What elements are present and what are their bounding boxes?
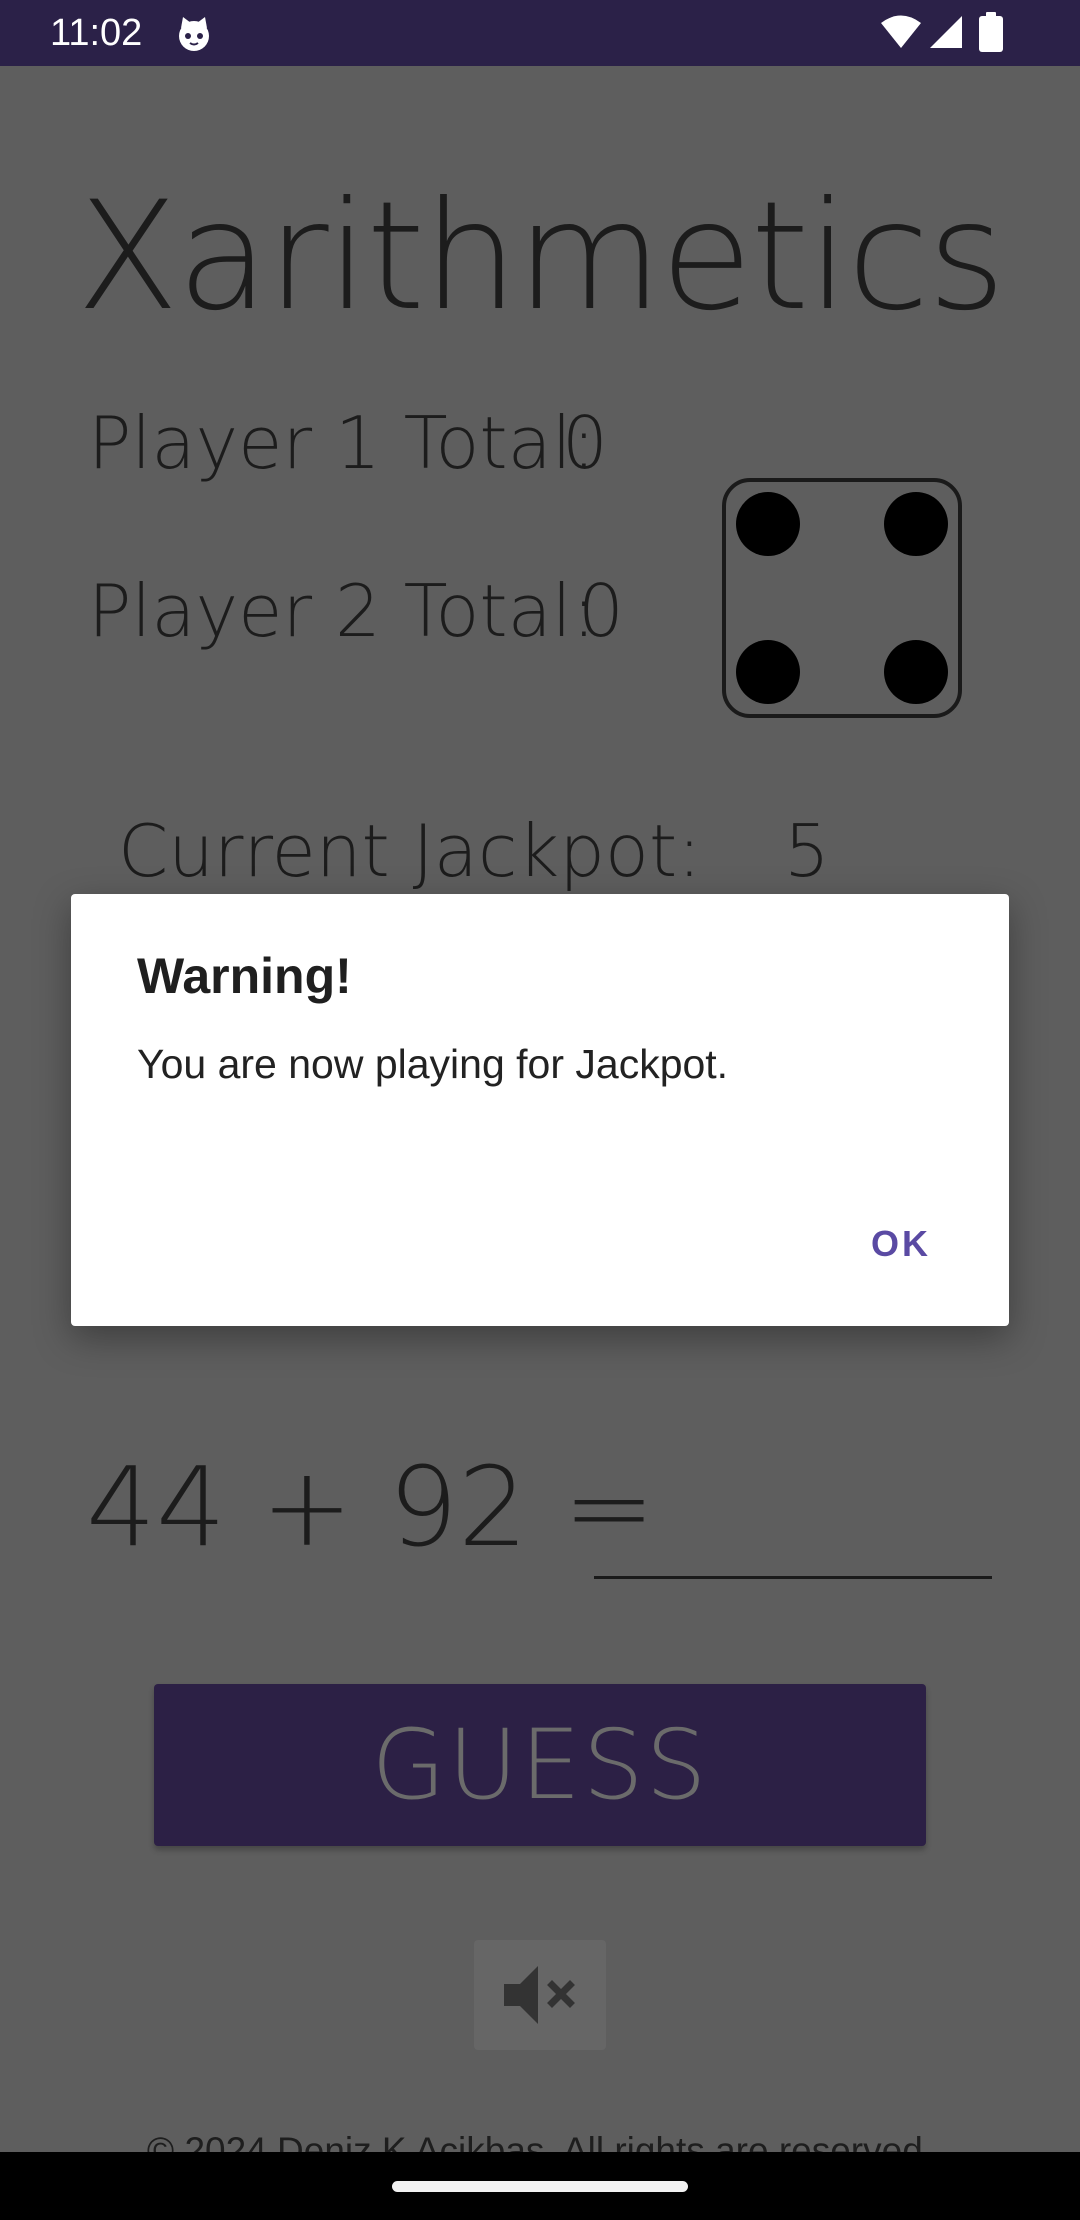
warning-dialog: Warning! You are now playing for Jackpot… bbox=[71, 894, 1009, 1326]
math-question: 44 + 92 = bbox=[86, 1443, 656, 1571]
wifi-icon bbox=[881, 15, 921, 48]
mute-button[interactable] bbox=[474, 1940, 606, 2050]
ok-button[interactable]: OK bbox=[863, 1220, 939, 1268]
dialog-title: Warning! bbox=[137, 948, 352, 1004]
status-time: 11:02 bbox=[50, 12, 143, 54]
battery-icon bbox=[979, 12, 1003, 52]
guess-button[interactable]: GUESS bbox=[154, 1684, 926, 1846]
dice-pip bbox=[736, 492, 800, 556]
jackpot-label: Current Jackpot: bbox=[118, 809, 702, 893]
status-bar: 11:02 bbox=[0, 0, 1080, 66]
signal-icon bbox=[930, 16, 962, 48]
player1-total-value: 0 bbox=[562, 401, 608, 485]
player2-total-value: 0 bbox=[578, 569, 624, 653]
answer-input[interactable] bbox=[594, 1446, 992, 1579]
dice-image bbox=[722, 478, 962, 718]
home-gesture-handle[interactable] bbox=[392, 2181, 688, 2192]
dice-pip bbox=[884, 640, 948, 704]
dice-pip bbox=[736, 640, 800, 704]
volume-mute-icon bbox=[504, 1966, 575, 2024]
player1-total-label: Player 1 Total: bbox=[88, 401, 597, 485]
dice-pip bbox=[884, 492, 948, 556]
navigation-bar bbox=[0, 2152, 1080, 2220]
player2-total-label: Player 2 Total: bbox=[88, 569, 597, 653]
cat-icon bbox=[179, 17, 209, 51]
jackpot-value: 5 bbox=[784, 809, 830, 893]
app-title: Xarithmetics bbox=[76, 170, 1005, 344]
dialog-message: You are now playing for Jackpot. bbox=[137, 1041, 729, 1087]
